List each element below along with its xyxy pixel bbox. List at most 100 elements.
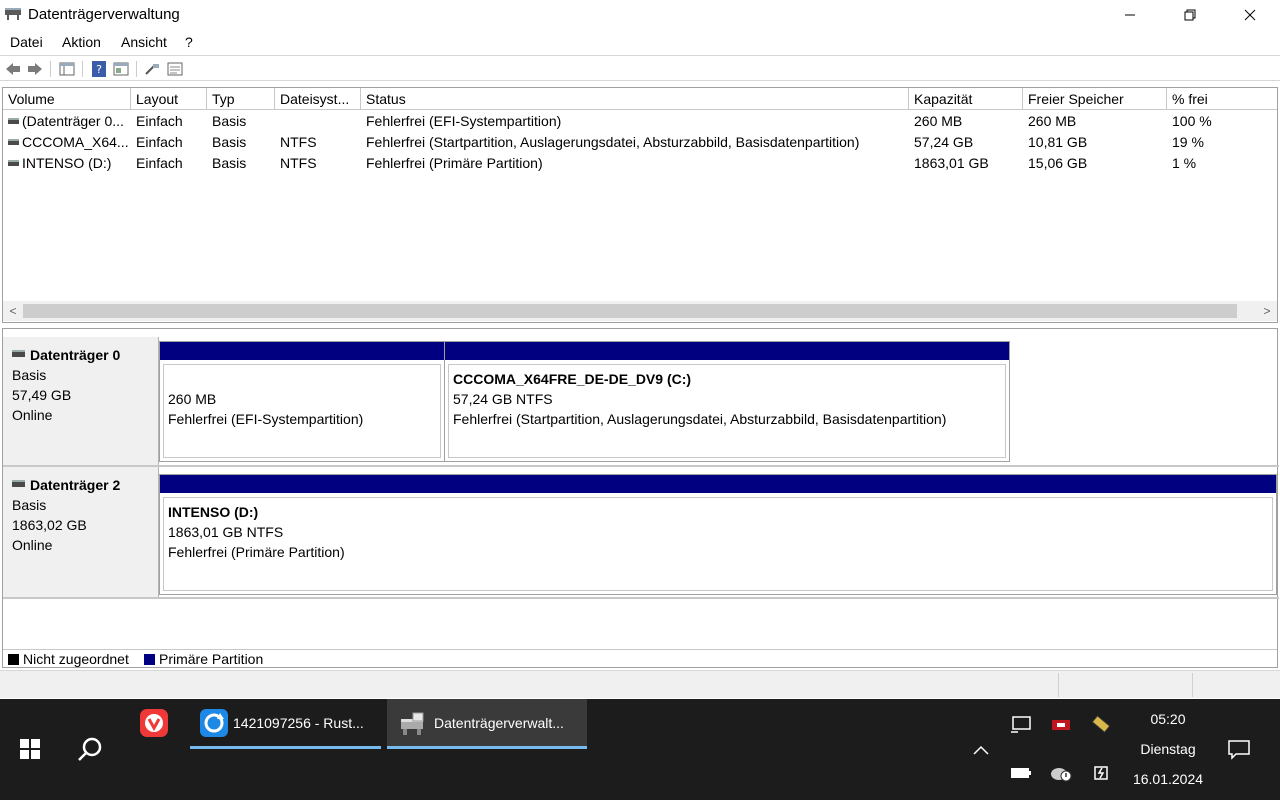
status-divider (1058, 673, 1059, 697)
tray-power[interactable] (1088, 761, 1114, 785)
partition-status: Fehlerfrei (Startpartition, Auslagerungs… (453, 411, 947, 427)
disk-management-icon (401, 712, 424, 735)
column-header-status[interactable]: Status (361, 88, 909, 110)
filesystem-cell: NTFS (280, 134, 317, 150)
window-title: Datenträgerverwaltung (28, 6, 180, 23)
tray-cloud[interactable] (1048, 761, 1074, 785)
legend: Nicht zugeordnet Primäre Partition (3, 649, 1277, 667)
partition-d[interactable]: INTENSO (D:) 1863,01 GB NTFS Fehlerfrei … (159, 474, 1277, 595)
close-button[interactable] (1220, 0, 1280, 30)
partition-size: 260 MB (168, 391, 217, 407)
scrollbar-thumb[interactable] (23, 304, 1237, 318)
scroll-right-button[interactable]: > (1259, 303, 1275, 319)
capacity-cell: 260 MB (914, 113, 963, 129)
disk-row-divider (3, 465, 1279, 467)
chevron-right-icon: > (1263, 304, 1271, 318)
typ-cell: Basis (212, 113, 247, 129)
menu-aktion[interactable]: Aktion (62, 34, 101, 50)
tray-battery[interactable] (1008, 761, 1034, 785)
menu-ansicht[interactable]: Ansicht (121, 34, 167, 50)
partition-color-bar (445, 342, 1009, 360)
layout-cell: Einfach (136, 134, 183, 150)
taskbar-app-disk-management[interactable]: Datenträgerverwalt... (387, 699, 587, 749)
volume-name: CCCOMA_X64... (22, 134, 129, 150)
properties-button[interactable] (112, 60, 130, 78)
filesystem-cell (275, 111, 361, 132)
title-bar: Datenträgerverwaltung (0, 0, 1280, 30)
tray-memory[interactable] (1088, 711, 1114, 737)
column-header-kapazitaet[interactable]: Kapazität (909, 88, 1023, 110)
clock-day[interactable]: Dienstag (1128, 741, 1208, 757)
show-hidden-icons-button[interactable] (968, 739, 994, 761)
capacity-cell: 57,24 GB (914, 134, 974, 150)
taskbar: 1421097256 - Rust... Datenträgerverwalt.… (0, 699, 1280, 800)
partition-details: INTENSO (D:) 1863,01 GB NTFS Fehlerfrei … (163, 497, 1273, 591)
toolbar-separator (136, 61, 137, 77)
clock-time[interactable]: 05:20 (1128, 711, 1208, 727)
tray-antivirus[interactable] (1048, 713, 1074, 737)
status-bar (0, 670, 1280, 698)
table-row[interactable]: (Datenträger 0... Einfach Basis Fehlerfr… (3, 111, 1277, 132)
menu-datei[interactable]: Datei (10, 34, 43, 50)
memory-icon (1091, 715, 1111, 733)
clock-date[interactable]: 16.01.2024 (1128, 771, 1208, 787)
cloud-icon (1051, 768, 1072, 782)
volume-list: Volume Layout Typ Dateisyst... Status Ka… (2, 87, 1278, 323)
disk-2-label[interactable]: Datenträger 2 Basis 1863,02 GB Online (3, 467, 159, 597)
taskbar-app-rust[interactable]: 1421097256 - Rust... (190, 699, 381, 749)
windows-start-icon (20, 739, 40, 759)
horizontal-scrollbar[interactable]: < > (3, 301, 1277, 321)
free-space-cell: 260 MB (1028, 113, 1077, 129)
column-header-dateisystem[interactable]: Dateisyst... (275, 88, 361, 110)
disk-icon (12, 350, 25, 357)
disk-management-app-icon (4, 6, 22, 22)
disk-type: Basis (12, 367, 47, 383)
minimize-button[interactable] (1100, 0, 1160, 30)
search-icon (78, 737, 102, 761)
table-row[interactable]: CCCOMA_X64... Einfach Basis NTFS Fehlerf… (3, 132, 1277, 153)
column-header-layout[interactable]: Layout (131, 88, 207, 110)
forward-button[interactable] (26, 60, 44, 78)
notification-icon (1228, 740, 1250, 760)
vivaldi-icon (140, 709, 168, 737)
disk-name: Datenträger 2 (30, 477, 121, 493)
partition-details: 260 MB Fehlerfrei (EFI-Systempartition) (163, 364, 441, 458)
partition-efi[interactable]: 260 MB Fehlerfrei (EFI-Systempartition) (159, 341, 445, 462)
free-space-cell: 10,81 GB (1028, 134, 1088, 150)
partition-c[interactable]: CCCOMA_X64FRE_DE-DE_DV9 (C:) 57,24 GB NT… (444, 341, 1010, 462)
scroll-left-button[interactable]: < (5, 303, 21, 319)
connect-button[interactable] (143, 60, 161, 78)
menu-bar: Datei Aktion Ansicht ? (0, 30, 1280, 56)
volume-name: INTENSO (D:) (22, 155, 112, 171)
disk-state: Online (12, 407, 53, 423)
capacity-cell: 1863,01 GB (914, 155, 989, 171)
free-space-cell: 15,06 GB (1028, 155, 1088, 171)
back-button[interactable] (4, 60, 22, 78)
percent-free-cell: 19 % (1172, 134, 1204, 150)
details-button[interactable] (166, 60, 184, 78)
column-header-freier-speicher[interactable]: Freier Speicher (1023, 88, 1167, 110)
column-header-typ[interactable]: Typ (207, 88, 275, 110)
taskbar-app-vivaldi[interactable] (136, 705, 172, 741)
console-tree-button[interactable] (58, 60, 76, 78)
start-button[interactable] (12, 729, 48, 769)
disk-type: Basis (12, 497, 47, 513)
notification-center-button[interactable] (1224, 735, 1254, 765)
layout-cell: Einfach (136, 113, 183, 129)
volume-cell: (Datenträger 0... (3, 111, 131, 132)
disk-0-label[interactable]: Datenträger 0 Basis 57,49 GB Online (3, 337, 159, 465)
search-button[interactable] (70, 729, 110, 769)
volume-icon (8, 139, 19, 145)
column-header-volume[interactable]: Volume (3, 88, 131, 110)
table-row[interactable]: INTENSO (D:) Einfach Basis NTFS Fehlerfr… (3, 153, 1277, 174)
layout-cell: Einfach (136, 155, 183, 171)
close-icon (1244, 9, 1256, 21)
percent-free-cell: 100 % (1172, 113, 1212, 129)
disk-state: Online (12, 537, 53, 553)
column-header-prozent-frei[interactable]: % frei (1167, 88, 1277, 110)
menu-help[interactable]: ? (185, 34, 193, 50)
restore-button[interactable] (1160, 0, 1220, 30)
antivirus-icon (1052, 720, 1070, 730)
help-button[interactable]: ? (90, 60, 108, 78)
tray-network[interactable] (1008, 713, 1034, 737)
